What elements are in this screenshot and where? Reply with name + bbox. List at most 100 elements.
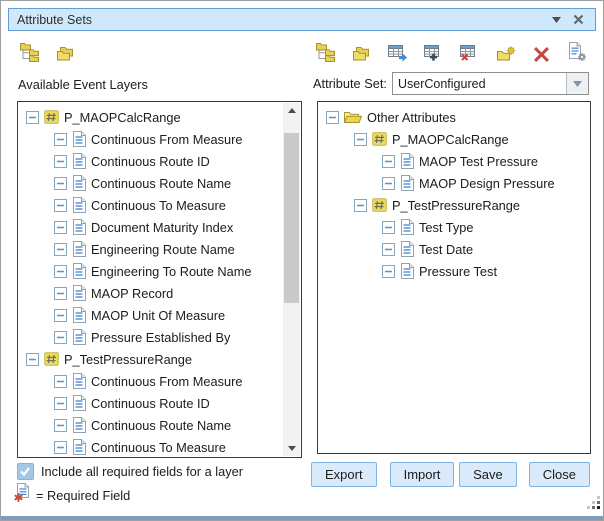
collapse-toggle-icon[interactable] <box>54 309 67 322</box>
collapse-toggle-icon[interactable] <box>54 265 67 278</box>
collapse-toggle-icon[interactable] <box>54 133 67 146</box>
tree-item-continuous-from-measure[interactable]: Continuous From Measure <box>19 128 282 150</box>
collapse-toggle-icon[interactable] <box>54 221 67 234</box>
collapse-toggle-icon[interactable] <box>54 397 67 410</box>
close-icon[interactable] <box>570 11 587 28</box>
collapse-toggle-icon[interactable] <box>54 441 67 454</box>
tree-folders-icon[interactable] <box>19 40 40 62</box>
folder-new-icon[interactable] <box>495 40 516 62</box>
toolbar-right-group <box>315 40 588 62</box>
tree-item-label: Test Type <box>419 220 474 235</box>
tree-folders-icon[interactable] <box>315 40 336 62</box>
folders-icon[interactable] <box>351 40 372 62</box>
tree-item-p-maopcalcrange[interactable]: P_MAOPCalcRange <box>319 128 589 150</box>
collapse-toggle-icon[interactable] <box>54 199 67 212</box>
import-button[interactable]: Import <box>390 462 455 487</box>
delete-x-icon[interactable] <box>531 40 552 62</box>
table-export-icon[interactable] <box>387 40 408 62</box>
tree-item-label: MAOP Test Pressure <box>419 154 538 169</box>
tree-item-maop-record[interactable]: MAOP Record <box>19 282 282 304</box>
tree-item-pressure-established-by[interactable]: Pressure Established By <box>19 326 282 348</box>
tree-item-test-date[interactable]: Test Date <box>319 238 589 260</box>
layer-icon <box>372 198 387 212</box>
tree-item-continuous-from-measure[interactable]: Continuous From Measure <box>19 370 282 392</box>
field-icon <box>72 395 86 411</box>
tree-item-label: Pressure Established By <box>91 330 230 345</box>
scrollbar-thumb[interactable] <box>284 133 299 303</box>
close-button[interactable]: Close <box>529 462 590 487</box>
tree-item-continuous-route-id[interactable]: Continuous Route ID <box>19 392 282 414</box>
layer-icon <box>44 110 59 124</box>
vertical-scrollbar[interactable] <box>283 103 300 456</box>
tree-item-pressure-test[interactable]: Pressure Test <box>319 260 589 282</box>
tree-item-test-type[interactable]: Test Type <box>319 216 589 238</box>
attribute-set-row: Attribute Set: UserConfigured <box>313 72 589 95</box>
toolbar <box>19 38 588 63</box>
tree-item-label: Continuous From Measure <box>91 132 243 147</box>
tree-item-document-maturity-index[interactable]: Document Maturity Index <box>19 216 282 238</box>
required-field-legend: = Required Field <box>14 483 130 507</box>
attribute-set-panel: Other AttributesP_MAOPCalcRange MAOP Test… <box>317 101 591 454</box>
tree-item-p-testpressurerange[interactable]: P_TestPressureRange <box>319 194 589 216</box>
collapse-toggle-icon[interactable] <box>54 331 67 344</box>
tree-item-label: P_MAOPCalcRange <box>64 110 181 125</box>
collapse-toggle-icon[interactable] <box>26 353 39 366</box>
table-add-icon[interactable] <box>423 40 444 62</box>
collapse-toggle-icon[interactable] <box>26 111 39 124</box>
field-icon <box>400 263 414 279</box>
save-button[interactable]: Save <box>459 462 517 487</box>
collapse-toggle-icon[interactable] <box>54 243 67 256</box>
tree-item-continuous-route-name[interactable]: Continuous Route Name <box>19 414 282 436</box>
tree-item-maop-unit-of-measure[interactable]: MAOP Unit Of Measure <box>19 304 282 326</box>
tree-item-label: P_TestPressureRange <box>392 198 520 213</box>
tree-item-label: Continuous Route ID <box>91 154 210 169</box>
collapse-toggle-icon[interactable] <box>382 155 395 168</box>
collapse-toggle-icon[interactable] <box>54 375 67 388</box>
tree-item-maop-test-pressure[interactable]: MAOP Test Pressure <box>319 150 589 172</box>
collapse-toggle-icon[interactable] <box>54 177 67 190</box>
doc-gear-icon[interactable] <box>567 40 588 62</box>
folders-icon[interactable] <box>55 40 76 62</box>
tree-item-p-maopcalcrange[interactable]: P_MAOPCalcRange <box>19 106 282 128</box>
table-remove-icon[interactable] <box>459 40 480 62</box>
scroll-up-icon[interactable] <box>283 103 300 118</box>
tree-item-continuous-route-id[interactable]: Continuous Route ID <box>19 150 282 172</box>
field-icon <box>72 197 86 213</box>
collapse-toggle-icon[interactable] <box>382 243 395 256</box>
attribute-set-dropdown[interactable]: UserConfigured <box>392 72 589 95</box>
dock-caret-icon[interactable] <box>548 11 565 28</box>
export-button[interactable]: Export <box>311 462 377 487</box>
collapse-toggle-icon[interactable] <box>354 133 367 146</box>
tree-item-continuous-to-measure[interactable]: Continuous To Measure <box>19 194 282 216</box>
field-icon <box>72 417 86 433</box>
field-icon <box>72 175 86 191</box>
dialog-title: Attribute Sets <box>17 13 92 27</box>
tree-item-engineering-to-route-name[interactable]: Engineering To Route Name <box>19 260 282 282</box>
include-required-fields-checkbox[interactable] <box>17 463 34 480</box>
tree-item-maop-design-pressure[interactable]: MAOP Design Pressure <box>319 172 589 194</box>
field-icon <box>72 439 86 455</box>
resize-grip[interactable] <box>587 496 600 514</box>
collapse-toggle-icon[interactable] <box>382 177 395 190</box>
tree-item-engineering-route-name[interactable]: Engineering Route Name <box>19 238 282 260</box>
titlebar: Attribute Sets <box>8 8 596 31</box>
collapse-toggle-icon[interactable] <box>382 265 395 278</box>
available-layers-panel: P_MAOPCalcRangeContinuous From MeasureCo… <box>17 101 302 458</box>
layer-icon <box>372 132 387 146</box>
collapse-toggle-icon[interactable] <box>54 155 67 168</box>
field-icon <box>72 131 86 147</box>
collapse-toggle-icon[interactable] <box>54 419 67 432</box>
collapse-toggle-icon[interactable] <box>326 111 339 124</box>
collapse-toggle-icon[interactable] <box>382 221 395 234</box>
tree-item-label: Continuous To Measure <box>91 440 226 455</box>
tree-item-label: Continuous To Measure <box>91 198 226 213</box>
tree-item-continuous-to-measure[interactable]: Continuous To Measure <box>19 436 282 456</box>
tree-item-continuous-route-name[interactable]: Continuous Route Name <box>19 172 282 194</box>
tree-item-other-attributes[interactable]: Other Attributes <box>319 106 589 128</box>
scroll-down-icon[interactable] <box>283 441 300 456</box>
field-icon <box>72 373 86 389</box>
tree-item-p-testpressurerange[interactable]: P_TestPressureRange <box>19 348 282 370</box>
dropdown-arrow-icon[interactable] <box>566 73 588 94</box>
collapse-toggle-icon[interactable] <box>54 287 67 300</box>
collapse-toggle-icon[interactable] <box>354 199 367 212</box>
